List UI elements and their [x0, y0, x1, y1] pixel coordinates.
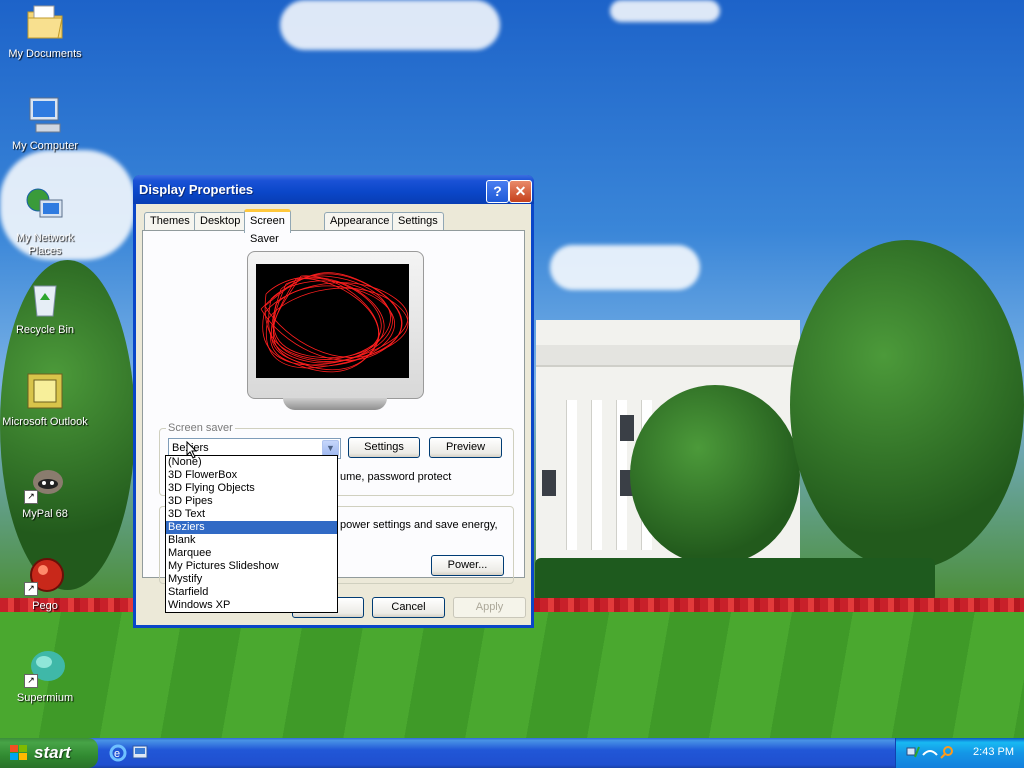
clock[interactable]: 2:43 PM: [973, 746, 1014, 758]
desktop-icon-recycle-bin[interactable]: Recycle Bin: [0, 278, 90, 337]
desktop-icon-supermium[interactable]: ↗ Supermium: [0, 646, 90, 705]
tab-settings[interactable]: Settings: [392, 212, 444, 230]
monitor-preview: [247, 251, 424, 410]
folder-documents-icon: [24, 2, 66, 44]
windows-logo-icon: [10, 745, 28, 764]
desktop-icon-my-computer[interactable]: My Computer: [0, 94, 90, 153]
desktop-icon-label: Supermium: [16, 692, 74, 704]
start-button[interactable]: start: [0, 738, 98, 768]
dropdown-option[interactable]: Mystify: [166, 573, 337, 586]
dropdown-option[interactable]: 3D Text: [166, 508, 337, 521]
close-icon: ✕: [514, 183, 527, 199]
desktop-icon-label: My Computer: [11, 140, 79, 152]
screen-saver-dropdown-list[interactable]: (None) 3D FlowerBox 3D Flying Objects 3D…: [165, 455, 338, 613]
desktop-icon-label: MyPal 68: [22, 508, 68, 520]
cloud: [280, 0, 500, 50]
cloud: [550, 245, 700, 290]
outlook-icon: [24, 370, 66, 412]
dropdown-option[interactable]: 3D FlowerBox: [166, 469, 337, 482]
apply-button[interactable]: Apply: [453, 597, 526, 618]
tab-screen-saver[interactable]: Screen Saver: [244, 209, 291, 245]
mouse-cursor-icon: [186, 440, 198, 462]
desktop-icon-my-documents[interactable]: My Documents: [0, 2, 90, 61]
dropdown-option[interactable]: My Pictures Slideshow: [166, 560, 337, 573]
desktop-icon-label: My Network Places: [15, 232, 75, 257]
desktop-icon-mypal[interactable]: ↗ MyPal 68: [0, 462, 90, 521]
tree: [630, 385, 800, 565]
desktop-icon-label: Microsoft Outlook: [2, 416, 88, 428]
hedge: [535, 558, 935, 602]
shortcut-arrow-icon: ↗: [24, 674, 38, 688]
dropdown-option[interactable]: Marquee: [166, 547, 337, 560]
close-button[interactable]: ✕: [509, 180, 532, 203]
power-button[interactable]: Power...: [431, 555, 504, 576]
dropdown-option[interactable]: Starfield: [166, 586, 337, 599]
internet-explorer-icon[interactable]: e: [109, 744, 127, 765]
desktop-icon-outlook[interactable]: Microsoft Outlook: [0, 370, 90, 429]
tab-themes[interactable]: Themes: [144, 212, 196, 230]
computer-icon: [24, 94, 66, 136]
desktop-icon-label: Pego: [32, 600, 58, 612]
cancel-button[interactable]: Cancel: [372, 597, 445, 618]
show-desktop-icon[interactable]: [132, 744, 148, 763]
shortcut-arrow-icon: ↗: [24, 490, 38, 504]
desktop-icon-network-places[interactable]: My Network Places: [0, 186, 90, 258]
taskbar: start e 2:43 PM: [0, 738, 1024, 768]
monitor-power-text: power settings and save energy,: [340, 519, 498, 531]
system-tray: 2:43 PM: [895, 738, 1024, 768]
dropdown-option[interactable]: 3D Pipes: [166, 495, 337, 508]
dropdown-option-selected[interactable]: Beziers: [166, 521, 337, 534]
tree: [790, 240, 1024, 570]
supermium-icon: ↗: [24, 646, 66, 688]
shortcut-arrow-icon: ↗: [24, 582, 38, 596]
preview-button[interactable]: Preview: [429, 437, 502, 458]
bezier-curves: [260, 272, 409, 373]
svg-text:e: e: [114, 748, 120, 760]
help-button[interactable]: ?: [486, 180, 509, 203]
network-places-icon: [24, 186, 66, 228]
network-icon[interactable]: [906, 745, 920, 762]
wait-password-text: ume, password protect: [340, 471, 452, 483]
title-bar[interactable]: Display Properties ? ✕: [133, 175, 534, 204]
window-title: Display Properties: [139, 182, 254, 197]
search-icon[interactable]: [940, 745, 954, 762]
connection-icon[interactable]: [922, 745, 938, 762]
desktop-icon-label: Recycle Bin: [15, 324, 75, 336]
tab-desktop[interactable]: Desktop: [194, 212, 247, 230]
recycle-bin-icon: [24, 278, 66, 320]
settings-button[interactable]: Settings: [348, 437, 420, 458]
pego-icon: ↗: [24, 554, 66, 596]
cloud: [610, 0, 720, 22]
screensaver-preview-screen: [256, 264, 409, 378]
desktop-icon-pego[interactable]: ↗ Pego: [0, 554, 90, 613]
dropdown-option[interactable]: Windows XP: [166, 599, 337, 612]
tab-appearance[interactable]: Appearance: [324, 212, 396, 230]
screen-saver-group-legend: Screen saver: [166, 422, 235, 434]
mypal-icon: ↗: [24, 462, 66, 504]
start-label: start: [34, 743, 71, 762]
dropdown-option[interactable]: Blank: [166, 534, 337, 547]
lawn: [0, 612, 1024, 740]
dropdown-option[interactable]: 3D Flying Objects: [166, 482, 337, 495]
desktop-icon-label: My Documents: [8, 48, 82, 60]
